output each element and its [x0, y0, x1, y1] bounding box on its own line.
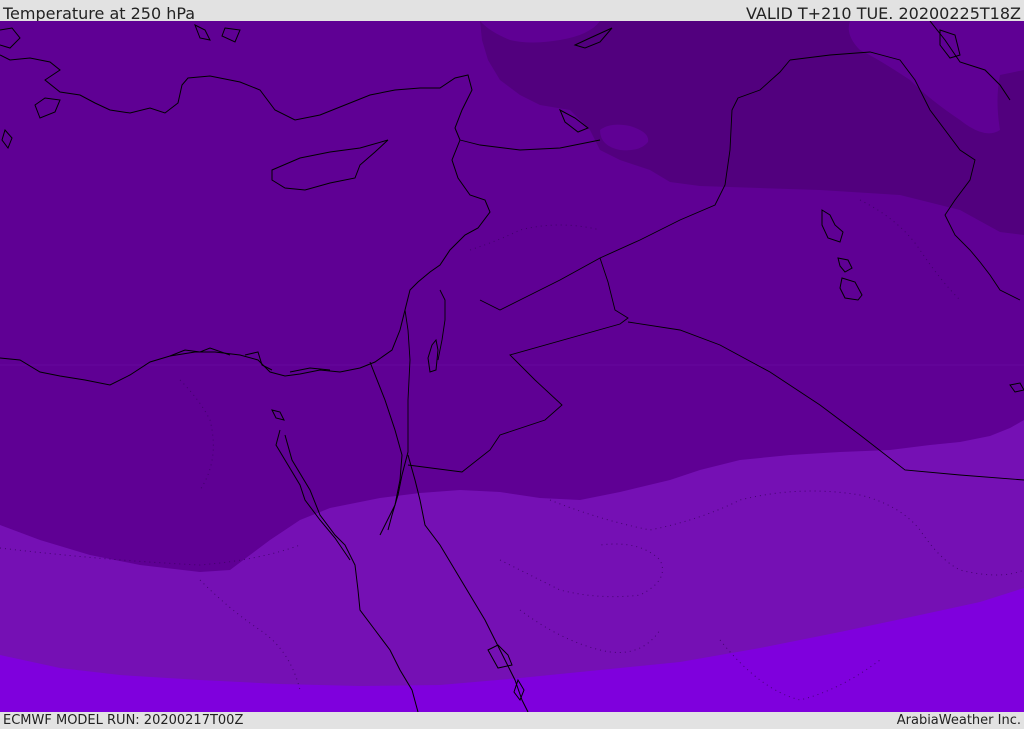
credit-label: ArabiaWeather Inc.: [896, 713, 1021, 728]
map-header: Temperature at 250 hPa VALID T+210 TUE. …: [0, 0, 1024, 23]
temperature-map: [0, 21, 1024, 712]
map-footer: ECMWF MODEL RUN: 20200217T00Z ArabiaWeat…: [0, 712, 1024, 729]
model-run-label: ECMWF MODEL RUN: 20200217T00Z: [3, 713, 244, 728]
